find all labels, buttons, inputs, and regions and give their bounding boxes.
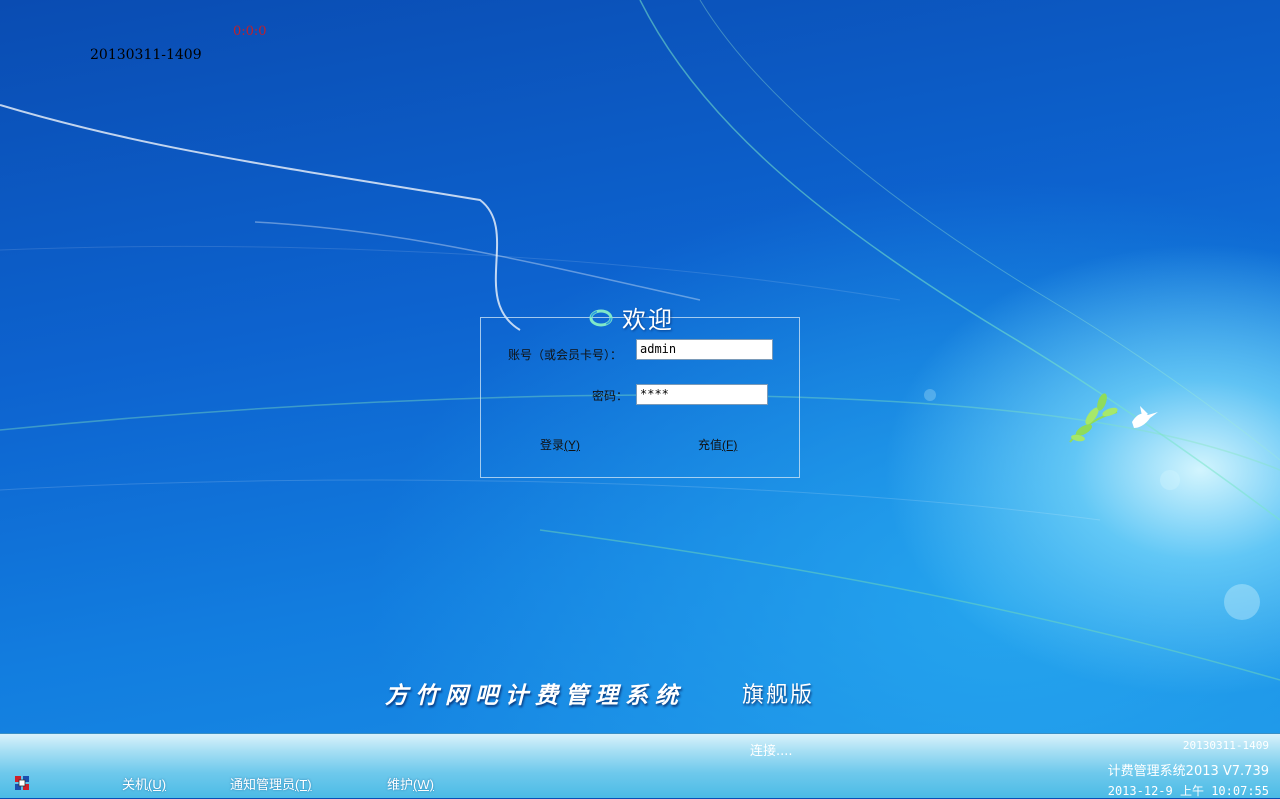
refresh-ring-icon (589, 309, 613, 326)
maintenance-shortcut: (W) (413, 777, 434, 792)
login-button[interactable]: 登录(Y) (540, 436, 580, 453)
taskbar-version-code: 20130311-1409 (1182, 739, 1269, 752)
recharge-shortcut: (F) (722, 438, 738, 452)
shutdown-button[interactable]: 关机(U) (122, 774, 166, 793)
account-input[interactable]: admin (636, 339, 773, 360)
recharge-button[interactable]: 充值(F) (698, 436, 737, 453)
session-timer: 0:0:0 (233, 24, 267, 39)
product-title: 方竹网吧计费管理系统 (385, 682, 685, 709)
build-version: 20130311-1409 (90, 47, 202, 63)
system-name: 计费管理系统2013 V7.739 (1107, 764, 1269, 779)
welcome-header: 欢迎 (588, 300, 674, 335)
shutdown-label: 关机 (122, 777, 149, 792)
notify-admin-button[interactable]: 通知管理员(T) (230, 774, 312, 793)
welcome-title: 欢迎 (622, 306, 674, 334)
taskbar: 关机(U) 通知管理员(T) 维护(W) 连接.... 20130311-140… (0, 733, 1280, 798)
connection-status: 连接.... (750, 744, 793, 759)
product-edition: 旗舰版 (742, 683, 815, 708)
recharge-button-label: 充值 (698, 438, 723, 452)
clock: 2013-12-9 上午 10:07:55 (1107, 784, 1269, 798)
notify-admin-label: 通知管理员 (230, 777, 296, 792)
login-shortcut: (Y) (564, 438, 581, 452)
password-label: 密码： (592, 389, 629, 403)
notify-admin-shortcut: (T) (295, 777, 312, 792)
maintenance-button[interactable]: 维护(W) (387, 774, 434, 793)
password-input[interactable]: **** (636, 384, 768, 405)
shutdown-shortcut: (U) (148, 777, 167, 792)
account-label: 账号（或会员卡号）： (508, 348, 623, 362)
login-button-label: 登录 (540, 438, 565, 452)
dove-branch-icon (1069, 393, 1158, 443)
app-logo-icon[interactable] (14, 775, 30, 791)
maintenance-label: 维护 (387, 777, 414, 792)
